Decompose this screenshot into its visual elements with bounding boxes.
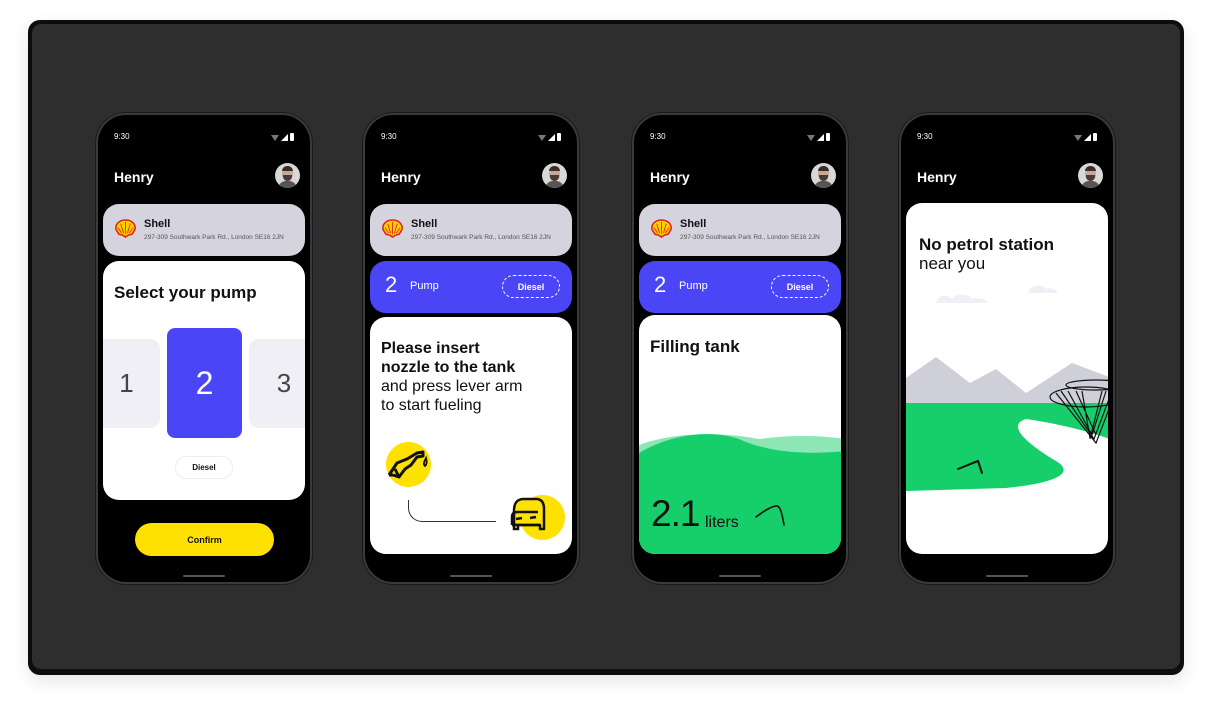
liters-unit: liters [705, 514, 739, 531]
phone-insert-nozzle: 9:30 Henry Shell 297-309 Southwark Park … [363, 113, 579, 584]
station-card[interactable]: Shell 297-309 Southwark Park Rd., London… [370, 204, 572, 256]
pump-tile-2-selected[interactable]: 2 [167, 328, 242, 438]
station-address: 297-309 Southwark Park Rd., London SE16 … [680, 234, 820, 241]
pump-number: 2 [385, 272, 398, 297]
user-name: Henry [381, 169, 421, 185]
instruction-bold-line-2: nozzle to the tank [381, 359, 516, 376]
user-name: Henry [114, 169, 154, 185]
shell-logo-icon [651, 219, 672, 238]
liters-value: 2.1 [651, 493, 700, 534]
confirm-button[interactable]: Confirm [135, 523, 274, 556]
status-time: 9:30 [650, 132, 666, 141]
wifi-icon [1074, 135, 1082, 141]
status-bar: 9:30 [650, 132, 830, 144]
phone-no-station: 9:30 Henry No petrol station near you [899, 113, 1115, 584]
wifi-icon [807, 135, 815, 141]
pump-label: Pump [679, 280, 708, 292]
battery-icon [826, 133, 830, 141]
status-bar: 9:30 [381, 132, 561, 144]
battery-icon [557, 133, 561, 141]
instruction-line-3: and press lever arm [381, 378, 523, 395]
station-card[interactable]: Shell 297-309 Southwark Park Rd., London… [103, 204, 305, 256]
phone-select-pump: 9:30 Henry Shell 297-309 Southwark Park … [96, 113, 312, 584]
cloud-large [936, 294, 988, 303]
empty-state-title-regular: near you [919, 254, 986, 273]
home-indicator [719, 575, 761, 577]
landscape-illustration [906, 285, 1108, 491]
cloud-small [1028, 285, 1058, 293]
shell-logo-icon [115, 219, 136, 238]
avatar[interactable] [1078, 163, 1103, 188]
battery-icon [290, 133, 294, 141]
home-indicator [986, 575, 1028, 577]
signal-icon [548, 134, 555, 141]
car-icon [510, 497, 546, 531]
pump-number: 2 [654, 272, 667, 297]
instruction-line-4: to start fueling [381, 397, 482, 414]
signal-icon [281, 134, 288, 141]
shell-logo-icon [382, 219, 403, 238]
instruction-card: Please insert nozzle to the tank and pre… [370, 317, 572, 554]
status-time: 9:30 [917, 132, 933, 141]
card-title: Filling tank [650, 337, 740, 356]
selected-pump-card[interactable]: 2 Pump Diesel [370, 261, 572, 313]
wifi-icon [271, 135, 279, 141]
empty-state-card: No petrol station near you [906, 203, 1108, 554]
user-name: Henry [917, 169, 957, 185]
station-address: 297-309 Southwark Park Rd., London SE16 … [411, 234, 551, 241]
avatar[interactable] [275, 163, 300, 188]
pump-selector-card: Select your pump 1 2 3 Diesel [103, 261, 305, 500]
signal-icon [1084, 134, 1091, 141]
home-indicator [183, 575, 225, 577]
station-name: Shell [144, 218, 171, 230]
avatar[interactable] [542, 163, 567, 188]
status-time: 9:30 [114, 132, 130, 141]
card-title: Select your pump [114, 283, 257, 302]
pump-tile-3[interactable]: 3 [249, 339, 305, 428]
pump-tile-1[interactable]: 1 [103, 339, 160, 428]
battery-icon [1093, 133, 1097, 141]
instruction-bold-line-1: Please insert [381, 340, 480, 357]
phone-filling-tank: 9:30 Henry Shell 297-309 Southwark Park … [632, 113, 848, 584]
station-name: Shell [680, 218, 707, 230]
squiggle-decoration [755, 505, 785, 526]
instruction-text: Please insert nozzle to the tank and pre… [381, 339, 522, 415]
fuel-type-chip[interactable]: Diesel [771, 275, 829, 298]
status-time: 9:30 [381, 132, 397, 141]
status-bar: 9:30 [114, 132, 294, 144]
empty-state-title: No petrol station near you [919, 235, 1054, 273]
home-indicator [450, 575, 492, 577]
station-card[interactable]: Shell 297-309 Southwark Park Rd., London… [639, 204, 841, 256]
signal-icon [817, 134, 824, 141]
fuel-nozzle-icon [387, 450, 428, 479]
selected-pump-card[interactable]: 2 Pump Diesel [639, 261, 841, 313]
user-name: Henry [650, 169, 690, 185]
status-bar: 9:30 [917, 132, 1097, 144]
fuel-type-chip[interactable]: Diesel [502, 275, 560, 298]
pump-label: Pump [410, 280, 439, 292]
wifi-icon [538, 135, 546, 141]
filling-card: Filling tank 2.1 liters [639, 315, 841, 554]
empty-state-title-bold: No petrol station [919, 235, 1055, 254]
avatar[interactable] [811, 163, 836, 188]
hose-line [408, 500, 496, 522]
station-address: 297-309 Southwark Park Rd., London SE16 … [144, 234, 284, 241]
fuel-type-pill[interactable]: Diesel [175, 456, 233, 479]
station-name: Shell [411, 218, 438, 230]
